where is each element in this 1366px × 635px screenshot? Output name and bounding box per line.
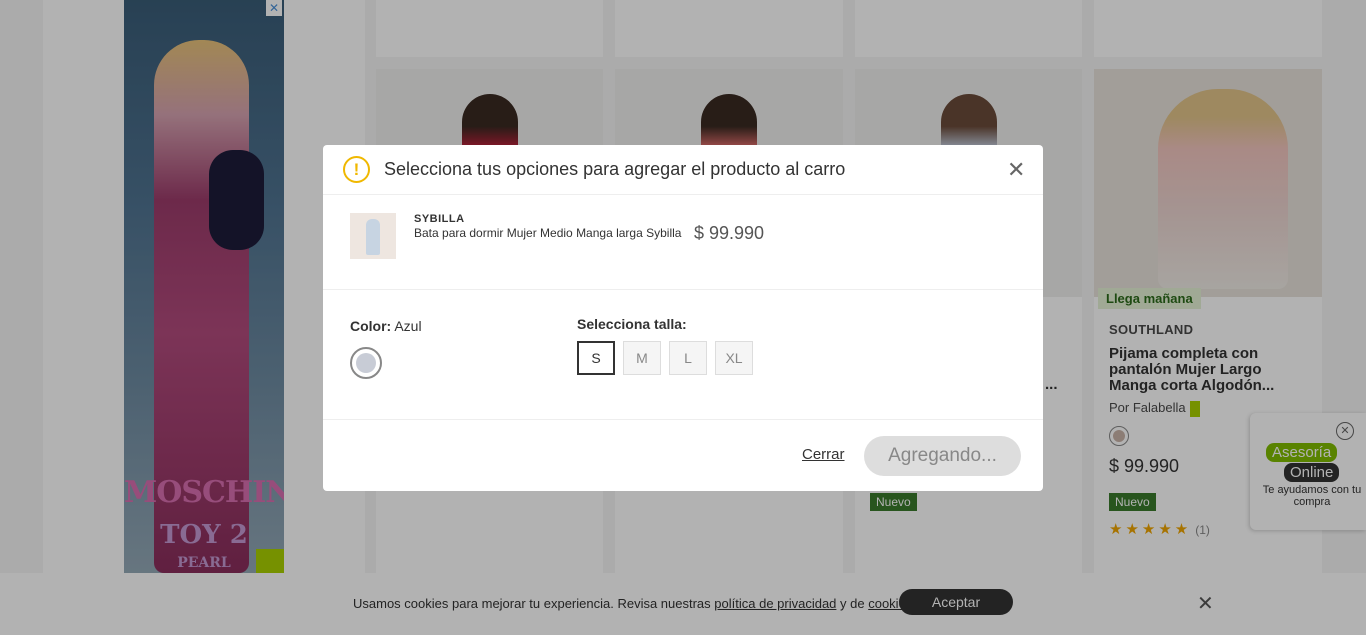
close-button[interactable]: Cerrar bbox=[802, 446, 845, 463]
color-label-title: Color: bbox=[350, 318, 392, 334]
size-option-s[interactable]: S bbox=[577, 341, 615, 375]
modal-title: Selecciona tus opciones para agregar el … bbox=[384, 159, 846, 179]
warning-icon: ! bbox=[343, 156, 370, 183]
color-label: Color: Azul bbox=[350, 318, 422, 334]
add-to-cart-modal: ! Selecciona tus opciones para agregar e… bbox=[323, 145, 1043, 491]
modal-header: ! Selecciona tus opciones para agregar e… bbox=[323, 145, 1043, 195]
size-option-xl[interactable]: XL bbox=[715, 341, 753, 375]
product-price: $ 99.990 bbox=[694, 223, 765, 243]
modal-product-summary: SYBILLA Bata para dormir Mujer Medio Man… bbox=[323, 195, 1043, 290]
size-option-l[interactable]: L bbox=[669, 341, 707, 375]
product-brand: SYBILLA bbox=[414, 213, 465, 225]
product-thumbnail bbox=[350, 213, 396, 259]
size-option-m[interactable]: M bbox=[623, 341, 661, 375]
product-name: Bata para dormir Mujer Medio Manga larga… bbox=[414, 226, 682, 240]
color-value: Azul bbox=[394, 318, 422, 334]
close-icon[interactable]: ✕ bbox=[1007, 157, 1025, 183]
add-to-cart-button[interactable]: Agregando... bbox=[864, 436, 1021, 476]
modal-options: Color: Azul Selecciona talla: S M L XL bbox=[323, 290, 1043, 420]
modal-footer: Cerrar Agregando... bbox=[323, 420, 1043, 491]
size-label: Selecciona talla: bbox=[577, 316, 687, 332]
color-swatch-azul[interactable] bbox=[350, 347, 382, 379]
